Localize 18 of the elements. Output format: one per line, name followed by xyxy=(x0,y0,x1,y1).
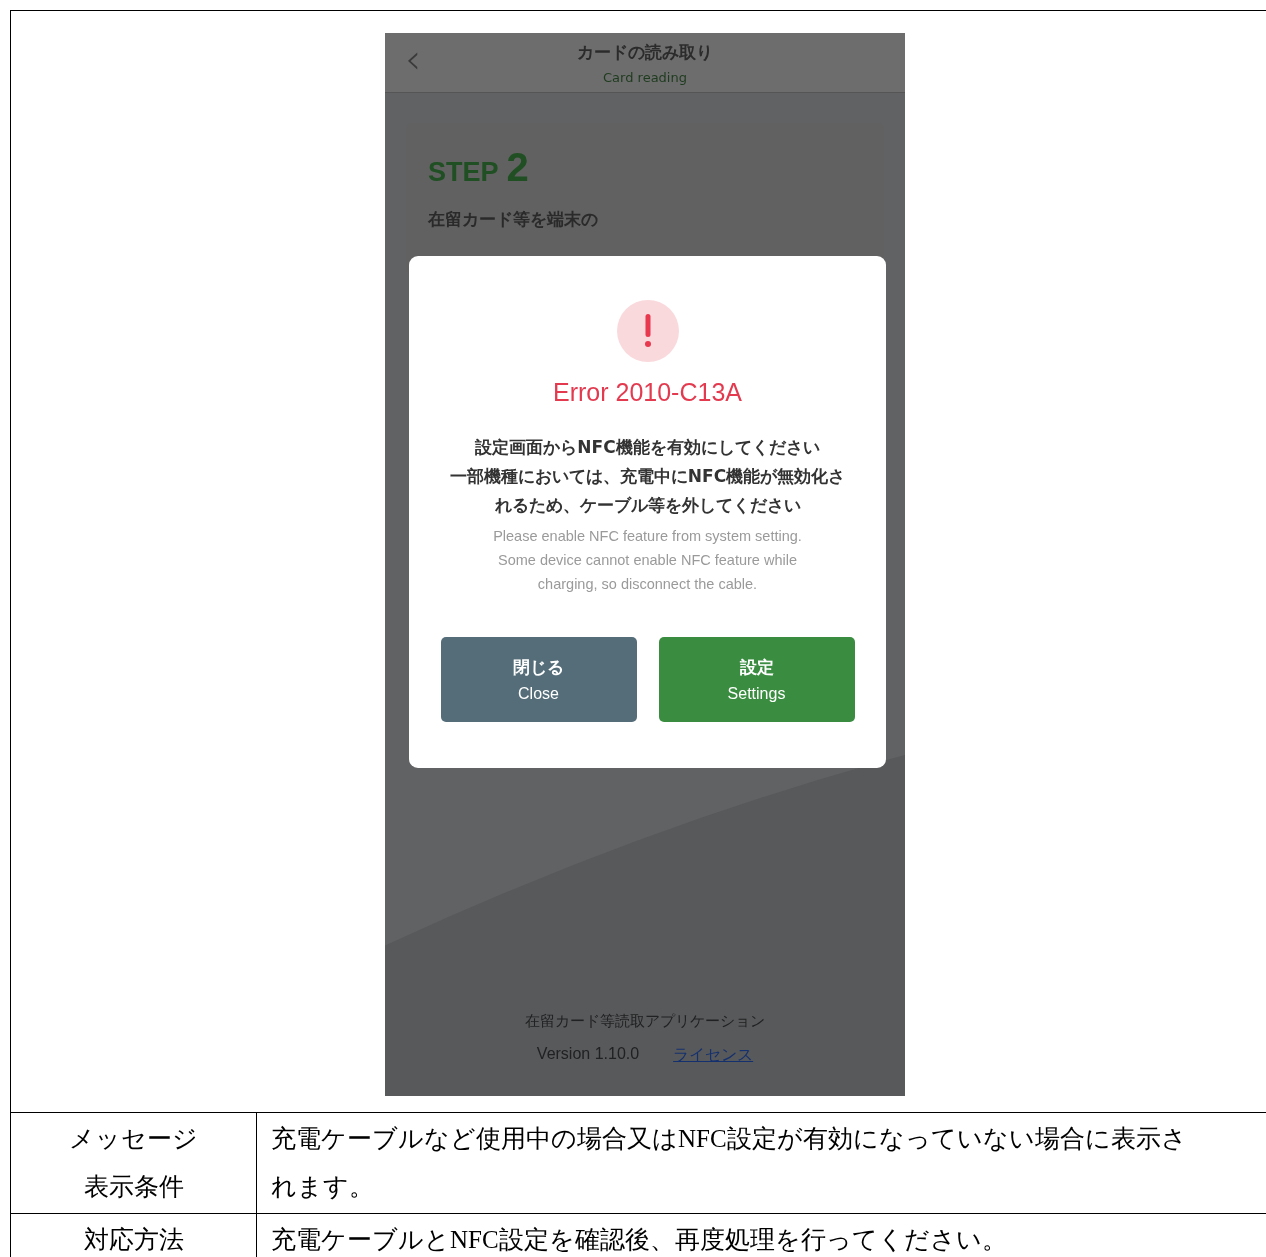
row-text: 充電ケーブルとNFC設定を確認後、再度処理を行ってください。 xyxy=(270,1225,1008,1255)
alert-icon xyxy=(616,300,679,362)
settings-button[interactable]: 設定 Settings xyxy=(658,637,855,722)
back-button[interactable]: ‹ xyxy=(405,39,421,79)
close-button[interactable]: 閉じる Close xyxy=(440,637,637,722)
row-label: 対応方法 xyxy=(83,1225,184,1255)
error-title: Error 2010-C13A xyxy=(553,378,742,407)
version-text: Version 1.10.0 xyxy=(536,1045,640,1064)
error-message: 一部機種においては、充電中にNFC機能が無効化されるため、ケーブル等を外してください xyxy=(448,465,847,517)
step-number: 2 xyxy=(506,145,529,190)
row-label: 表示条件 xyxy=(83,1172,184,1202)
row-label: メッセージ xyxy=(69,1124,198,1154)
error-message-english: Please enable NFC feature from system setting. Some device cannot enable NFC feature while charging, so disconnect the cable. xyxy=(493,527,802,594)
step-label: STEP xyxy=(428,157,499,188)
error-message: 設定画面からNFC機能を有効にしてください xyxy=(474,436,821,459)
screen-subtitle: Card reading xyxy=(603,69,687,85)
row-text: 充電ケーブルなど使用中の場合又はNFC設定が有効になっていない場合に表示されます。 xyxy=(270,1124,1188,1202)
screen-title: カードの読み取り xyxy=(577,40,713,64)
